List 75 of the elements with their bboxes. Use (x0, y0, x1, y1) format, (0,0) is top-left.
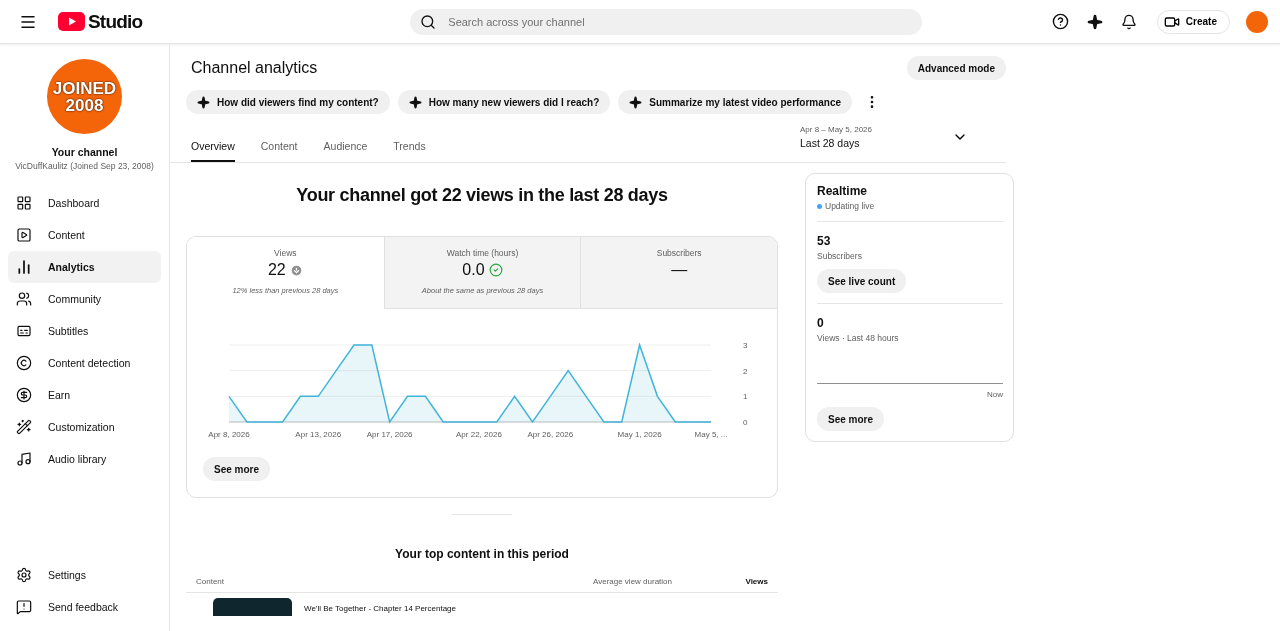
stat-label: Views · Last 48 hours (817, 333, 899, 343)
tab[interactable]: Trends (393, 132, 426, 162)
nav-icon (16, 291, 32, 307)
subscriber-count: 53 (817, 234, 831, 248)
headline: Your channel got 22 views in the last 28 days (296, 185, 668, 206)
play-logo-icon (58, 12, 85, 31)
logo-text: Studio (88, 10, 143, 33)
column-header: Views (744, 577, 768, 586)
card-title: Realtime (817, 184, 869, 198)
nav-icon (16, 227, 32, 243)
sidebar-item[interactable]: Analytics (8, 251, 161, 283)
nav-icon (16, 451, 32, 467)
nav-icon (16, 195, 32, 211)
prompt-chip[interactable]: How did viewers find my content? (186, 90, 390, 114)
axis-label: May 5, ... (694, 430, 728, 439)
axis-label: May 1, 2026 (617, 430, 662, 439)
search-input[interactable]: Search across your channel (446, 14, 913, 29)
channel-label: Your channel (51, 146, 118, 158)
axis-label: Apr 13, 2026 (295, 430, 342, 439)
channel-avatar: JOINED 2008 (47, 59, 122, 134)
sidebar-item[interactable]: Content (8, 219, 161, 251)
axis-label: 3 (743, 341, 748, 350)
metric-tab[interactable]: Subscribers — (580, 237, 777, 309)
sparkle-icon (629, 95, 643, 109)
live-dot (817, 203, 822, 209)
sidebar-item[interactable]: Dashboard (8, 187, 161, 219)
axis-label: Apr 22, 2026 (456, 430, 502, 439)
live-status: Updating live (825, 201, 875, 211)
feedback-icon (16, 599, 32, 615)
stat-label: Subscribers (817, 251, 862, 261)
column-header: Average view duration (592, 577, 673, 586)
axis-label: 2 (743, 366, 748, 376)
sidebar-item[interactable]: Customization (8, 411, 161, 443)
channel-name: VicDuffKaulitz (Joined Sep 23, 2008) (15, 161, 154, 171)
axis-label: Apr 17, 2026 (366, 430, 413, 439)
see-live-count-button[interactable]: See live count (817, 269, 907, 293)
see-more-button[interactable]: See more (203, 457, 271, 481)
sparkle-icon (408, 95, 422, 109)
sidebar-item[interactable]: Send feedback (8, 591, 161, 623)
sidebar-item[interactable]: Community (8, 283, 161, 315)
axis-label: Apr 26, 2026 (527, 430, 574, 439)
tab[interactable]: Content (260, 132, 298, 162)
create-button[interactable]: Create (1156, 9, 1230, 34)
video-title[interactable]: We'll Be Together - Chapter 14 Percentage (304, 604, 456, 613)
tab[interactable]: Overview (191, 132, 235, 162)
date-range-selector[interactable]: Apr 8 – May 5, 2026 Last 28 days (793, 124, 974, 150)
section-heading: Your top content in this period (395, 547, 569, 561)
settings-icon (16, 567, 32, 583)
sidebar-item[interactable]: Content detection (8, 347, 161, 379)
page-title: Channel analytics (191, 59, 318, 77)
search-field[interactable]: Search across your channel (410, 8, 923, 35)
sidebar-item[interactable]: Earn (8, 379, 161, 411)
column-header: Content (196, 577, 226, 586)
sidebar-item[interactable]: Audio library (8, 443, 161, 475)
nav-icon (16, 323, 32, 339)
axis-label: Apr 8, 2026 (208, 430, 250, 439)
nav-icon (16, 419, 32, 435)
axis-label: 0 (743, 418, 748, 427)
axis-label: 1 (743, 392, 748, 402)
views-count: 0 (817, 316, 824, 330)
prompt-chip[interactable]: Summarize my latest video performance (618, 90, 853, 114)
axis-label: Now (987, 390, 1003, 399)
sidebar-item[interactable]: Settings (8, 559, 161, 591)
prompt-chip[interactable]: How many new viewers did I reach? (397, 90, 611, 114)
tab[interactable]: Audience (323, 132, 368, 162)
sparkle-icon (197, 95, 210, 109)
account-avatar[interactable] (1246, 10, 1268, 33)
check-icon (488, 263, 503, 277)
see-more-button[interactable]: See more (817, 407, 885, 431)
nav-icon (16, 259, 32, 275)
nav-icon (16, 387, 32, 403)
nav-icon (16, 355, 32, 371)
sidebar-item[interactable]: Subtitles (8, 315, 161, 347)
advanced-mode-button[interactable]: Advanced mode (906, 56, 1006, 80)
search-icon (420, 13, 437, 30)
